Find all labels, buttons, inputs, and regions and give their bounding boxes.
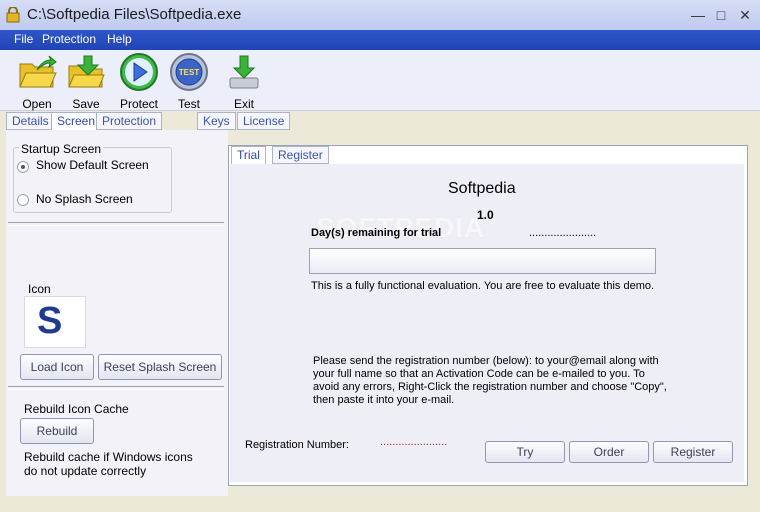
evaluation-text: This is a fully functional evaluation. Y… <box>311 280 655 292</box>
tab-register[interactable]: Register <box>272 146 329 164</box>
tab-trial[interactable]: Trial <box>231 146 266 165</box>
test-button[interactable]: TEST Test <box>164 52 214 111</box>
order-button[interactable]: Order <box>569 441 649 463</box>
rebuild-cache-label: Rebuild Icon Cache <box>24 402 129 416</box>
save-label: Save <box>72 97 100 111</box>
app-name: Softpedia <box>448 180 516 197</box>
app-lock-icon <box>6 7 20 23</box>
rebuild-button[interactable]: Rebuild <box>20 418 94 444</box>
startup-screen-label: Startup Screen <box>19 142 104 156</box>
menu-help[interactable]: Help <box>107 32 132 46</box>
instruction-line4: then paste it into your e-mail. <box>313 394 455 406</box>
radio-no-splash[interactable] <box>17 194 29 206</box>
tab-license[interactable]: License <box>237 112 291 130</box>
softpedia-s-icon: S <box>37 300 63 342</box>
protect-button[interactable]: Protect <box>114 52 164 111</box>
show-default-label[interactable]: Show Default Screen <box>36 158 149 172</box>
maximize-button[interactable]: □ <box>711 6 731 24</box>
menu-protection[interactable]: Protection <box>42 32 96 46</box>
save-folder-icon <box>68 55 105 88</box>
rebuild-note-line2: do not update correctly <box>24 464 147 478</box>
menu-bar: File Protection Help <box>0 30 760 50</box>
rebuild-note-line1: Rebuild cache if Windows icons <box>24 450 193 464</box>
no-splash-label[interactable]: No Splash Screen <box>36 192 133 206</box>
exit-icon <box>229 55 259 89</box>
protect-label: Protect <box>119 97 158 111</box>
trial-page: SOFTPEDIA Softpedia 1.0 Day(s) remaining… <box>230 164 744 482</box>
test-label: Test <box>177 97 200 111</box>
trial-progress-bar <box>309 248 656 274</box>
registration-number-value[interactable]: ...................... <box>380 436 447 448</box>
instruction-line2: your full name so that an Activation Cod… <box>313 368 645 380</box>
icon-preview: S <box>24 296 86 348</box>
svg-text:TEST: TEST <box>179 68 200 77</box>
reset-splash-button[interactable]: Reset Splash Screen <box>98 354 222 380</box>
instruction-line3: avoid any errors, Right-Click the regist… <box>313 381 667 393</box>
close-button[interactable]: ✕ <box>735 6 755 24</box>
protect-play-icon <box>120 53 158 91</box>
register-button[interactable]: Register <box>653 441 733 463</box>
menu-file[interactable]: File <box>14 32 33 46</box>
left-panel: Startup Screen Show Default Screen No Sp… <box>6 130 228 496</box>
divider <box>8 386 224 390</box>
tab-screen[interactable]: Screen <box>51 112 102 131</box>
tab-details[interactable]: Details <box>6 112 55 130</box>
try-button[interactable]: Try <box>485 441 565 463</box>
test-icon: TEST <box>170 53 208 91</box>
days-remaining-label: Day(s) remaining for trial <box>311 227 442 239</box>
registration-number-label: Registration Number: <box>245 439 349 451</box>
radio-show-default[interactable] <box>17 161 29 173</box>
exit-label: Exit <box>233 97 254 111</box>
load-icon-button[interactable]: Load Icon <box>20 354 94 380</box>
title-bar: C:\Softpedia Files\Softpedia.exe — □ ✕ <box>0 0 760 31</box>
window-title: C:\Softpedia Files\Softpedia.exe <box>27 6 242 23</box>
days-remaining-value: ...................... <box>529 227 597 239</box>
open-label: Open <box>22 97 52 111</box>
divider <box>8 222 224 226</box>
open-button[interactable]: Open <box>12 52 62 111</box>
icon-label: Icon <box>28 282 51 296</box>
save-button[interactable]: Save <box>61 52 111 111</box>
tab-keys[interactable]: Keys <box>197 112 236 130</box>
app-version: 1.0 <box>477 208 494 222</box>
splash-preview-panel: Trial Register SOFTPEDIA Softpedia 1.0 D… <box>228 145 748 486</box>
open-folder-icon <box>19 55 57 88</box>
exit-button[interactable]: Exit <box>219 52 269 111</box>
tab-protection-options[interactable]: Protection Options <box>96 112 163 144</box>
instruction-line1: Please send the registration number (bel… <box>313 355 659 367</box>
toolbar: Open Save Protect TEST Test Exit <box>0 50 760 111</box>
minimize-button[interactable]: — <box>688 6 708 24</box>
